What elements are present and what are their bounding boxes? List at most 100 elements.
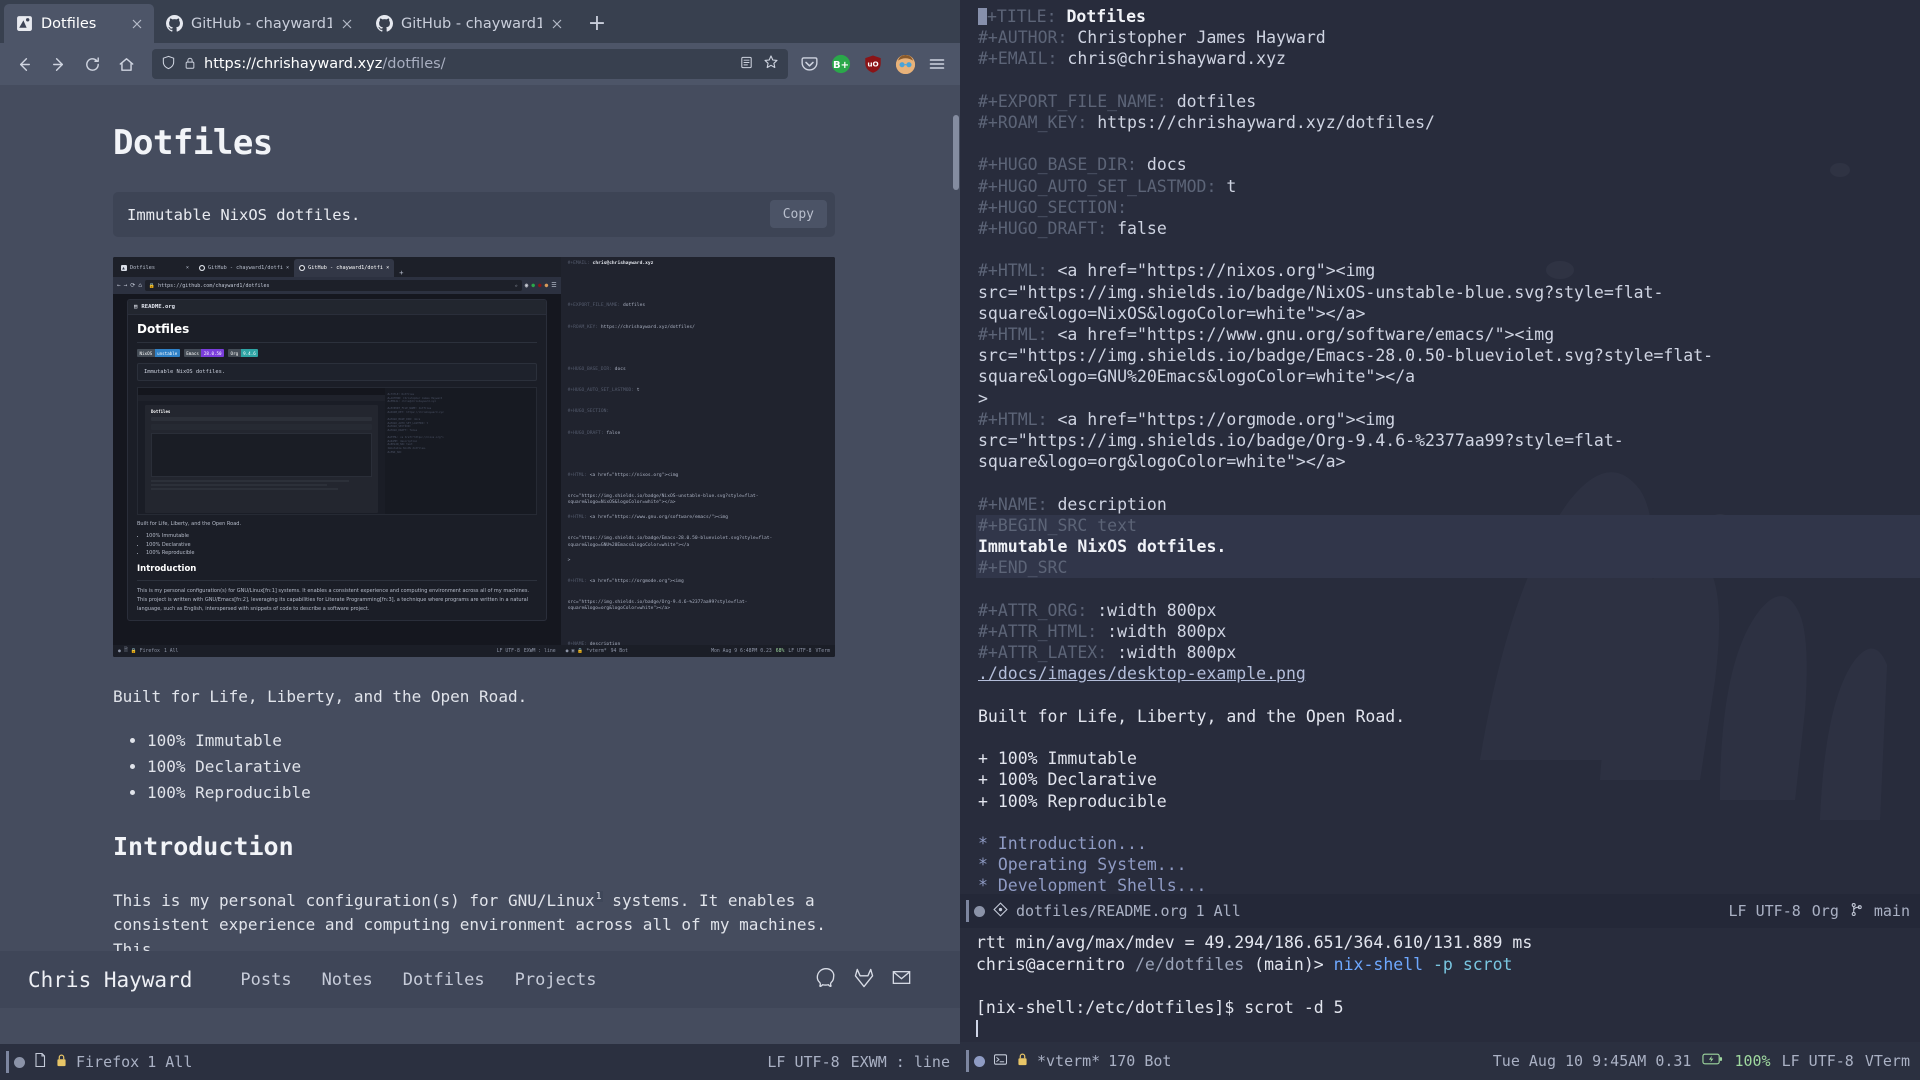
org-line: Immutable NixOS dotfiles. bbox=[976, 536, 1920, 558]
ublock-origin-icon[interactable]: uO bbox=[862, 53, 884, 75]
browser-tab-2[interactable]: GitHub - chayward1/dotfi bbox=[364, 4, 574, 43]
close-icon[interactable]: × bbox=[386, 265, 389, 271]
term-prompt-path: /e/dotfiles bbox=[1134, 954, 1245, 974]
org-keyword-value: :width 800px bbox=[1117, 643, 1237, 663]
bookmark-star-icon[interactable] bbox=[763, 54, 779, 74]
pocket-icon[interactable] bbox=[798, 53, 820, 75]
hamburger-menu-icon[interactable]: ☰ bbox=[551, 282, 556, 289]
pocket-icon[interactable]: ◉ bbox=[525, 282, 529, 289]
nested-tab-label: GitHub - chayward1/dotfi bbox=[208, 265, 283, 271]
nested-tab-label: GitHub - chayward1/dotfi bbox=[308, 265, 384, 271]
browser-tab-1[interactable]: GitHub - chayward1/dotfi bbox=[154, 4, 364, 43]
file-icon bbox=[33, 1052, 47, 1072]
org-line: Built for Life, Liberty, and the Open Ro… bbox=[976, 706, 1920, 727]
org-keyword: #+ATTR_LATEX: bbox=[978, 643, 1108, 663]
nested-tab-label: Dotfiles bbox=[130, 265, 155, 271]
emacs-window: +TITLE: Dotfiles #+AUTHOR: Christopher Ja… bbox=[960, 0, 1920, 1080]
org-text-lines[interactable]: +TITLE: Dotfiles #+AUTHOR: Christopher Ja… bbox=[960, 6, 1920, 894]
modeline-buffer-name: Firefox bbox=[76, 1053, 140, 1071]
org-line: * Introduction... bbox=[976, 833, 1920, 854]
ublock-origin-icon[interactable]: ● bbox=[538, 282, 542, 289]
intro-text-b: systems. It enables a bbox=[602, 890, 815, 910]
scrollbar-thumb[interactable] bbox=[953, 115, 959, 190]
nested-section-heading: Introduction bbox=[137, 564, 197, 574]
address-bar[interactable]: https://chrishayward.xyz/dotfiles/ bbox=[152, 49, 788, 79]
page-scrollbar[interactable] bbox=[952, 85, 960, 1044]
home-button[interactable]: ⌂ bbox=[138, 282, 142, 289]
home-button[interactable] bbox=[110, 48, 142, 80]
org-keyword: #+EXPORT_FILE_NAME: bbox=[978, 91, 1167, 111]
page-favicon-icon bbox=[121, 265, 127, 271]
term-prompt-branch: (main)> bbox=[1254, 954, 1324, 974]
nested-tab-1[interactable]: GitHub - chayward1/dotfi × bbox=[194, 259, 294, 277]
mail-icon[interactable] bbox=[891, 967, 912, 992]
org-keyword: #+HUGO_DRAFT: bbox=[978, 219, 1108, 239]
site-brand[interactable]: Chris Hayward bbox=[28, 968, 192, 992]
footnote-ref[interactable]: 1 bbox=[594, 891, 603, 903]
shield-icon[interactable] bbox=[161, 55, 176, 74]
browser-toolbar: https://chrishayward.xyz/dotfiles/ B+ uO bbox=[0, 43, 960, 85]
bookmark-star-icon[interactable]: ☆ bbox=[515, 283, 518, 289]
profile-avatar[interactable] bbox=[894, 53, 916, 75]
browser-tab-0[interactable]: Dotfiles bbox=[4, 4, 154, 43]
github-icon[interactable] bbox=[815, 967, 837, 993]
site-footer: Chris Hayward Posts Notes Dotfiles Proje… bbox=[0, 951, 960, 1008]
bitwarden-icon[interactable]: B+ bbox=[830, 53, 852, 75]
org-line bbox=[976, 578, 1920, 599]
org-buffer[interactable]: +TITLE: Dotfiles #+AUTHOR: Christopher Ja… bbox=[960, 0, 1920, 894]
org-headline[interactable]: * Introduction... bbox=[978, 834, 1147, 853]
close-icon[interactable]: × bbox=[286, 265, 289, 271]
bitwarden-icon[interactable]: ● bbox=[531, 282, 535, 289]
gitlab-icon[interactable] bbox=[853, 967, 875, 993]
badge-nixos[interactable]: NixOS unstable bbox=[137, 349, 180, 357]
list-item: 100% Immutable bbox=[146, 532, 537, 541]
modeline-battery-percent: 100% bbox=[1734, 1052, 1771, 1070]
web-page-content: Dotfiles Immutable NixOS dotfiles. Copy bbox=[0, 85, 960, 963]
forward-button[interactable] bbox=[42, 48, 74, 80]
new-tab-button[interactable]: + bbox=[580, 6, 614, 40]
org-line: #+HUGO_BASE_DIR: docs bbox=[976, 154, 1920, 175]
org-headline[interactable]: * Operating System... bbox=[978, 855, 1187, 874]
vterm-buffer[interactable]: rtt min/avg/max/mdev = 49.294/186.651/36… bbox=[960, 928, 1920, 1042]
close-icon[interactable] bbox=[550, 17, 564, 31]
close-icon[interactable] bbox=[340, 17, 354, 31]
back-button[interactable]: ← bbox=[117, 282, 121, 289]
lock-icon bbox=[55, 1053, 68, 1072]
reader-view-icon[interactable] bbox=[739, 55, 754, 74]
reload-button[interactable] bbox=[76, 48, 108, 80]
reload-button[interactable]: ⟳ bbox=[130, 282, 135, 289]
close-icon[interactable]: × bbox=[186, 265, 189, 271]
copy-button[interactable]: Copy bbox=[769, 200, 827, 228]
org-body-text: + 100% Declarative bbox=[978, 770, 1157, 790]
forward-button[interactable]: → bbox=[124, 282, 128, 289]
nested-address-bar[interactable]: 🔒 https://github.com/chayward1/dotfiles … bbox=[144, 280, 522, 291]
close-icon[interactable] bbox=[130, 17, 144, 31]
nested-tab-2[interactable]: GitHub - chayward1/dotfi × bbox=[294, 259, 395, 277]
badge-emacs[interactable]: Emacs 28.0.50 bbox=[183, 349, 225, 357]
org-line: #+ATTR_ORG: :width 800px bbox=[976, 600, 1920, 621]
profile-avatar[interactable]: ● bbox=[545, 282, 549, 289]
badge-org[interactable]: Org 9.4.6 bbox=[228, 349, 259, 357]
footer-link-notes[interactable]: Notes bbox=[322, 970, 373, 990]
description-source-block: Immutable NixOS dotfiles. Copy bbox=[113, 192, 835, 237]
lock-icon[interactable] bbox=[183, 55, 197, 74]
modeline-clock: Tue Aug 10 9:45AM 0.31 bbox=[1492, 1052, 1692, 1070]
org-line: ./docs/images/desktop-example.png bbox=[976, 663, 1920, 684]
nested-tab-0[interactable]: Dotfiles × bbox=[116, 259, 194, 277]
footer-link-posts[interactable]: Posts bbox=[240, 970, 291, 990]
org-link[interactable]: ./docs/images/desktop-example.png bbox=[978, 664, 1306, 683]
hamburger-menu-icon[interactable] bbox=[926, 53, 948, 75]
nested-new-tab-button[interactable]: + bbox=[394, 269, 408, 277]
back-button[interactable] bbox=[8, 48, 40, 80]
footer-link-projects[interactable]: Projects bbox=[515, 970, 597, 990]
lock-icon: 🔒 bbox=[130, 648, 137, 654]
page-tagline: Built for Life, Liberty, and the Open Ro… bbox=[113, 687, 528, 706]
org-line: * Development Shells... bbox=[976, 875, 1920, 894]
org-headline[interactable]: * Development Shells... bbox=[978, 876, 1206, 894]
org-src-delimiter: #+BEGIN_SRC text bbox=[978, 515, 1137, 535]
page-title: Dotfiles bbox=[113, 123, 273, 163]
org-keyword-value: Christopher James Hayward bbox=[1077, 28, 1326, 48]
footer-link-dotfiles[interactable]: Dotfiles bbox=[403, 970, 485, 990]
org-src-body: Immutable NixOS dotfiles. bbox=[978, 537, 1227, 557]
exwm-desktop: Dotfiles GitHub - chayward1/dotfi GitH bbox=[0, 0, 1920, 1080]
